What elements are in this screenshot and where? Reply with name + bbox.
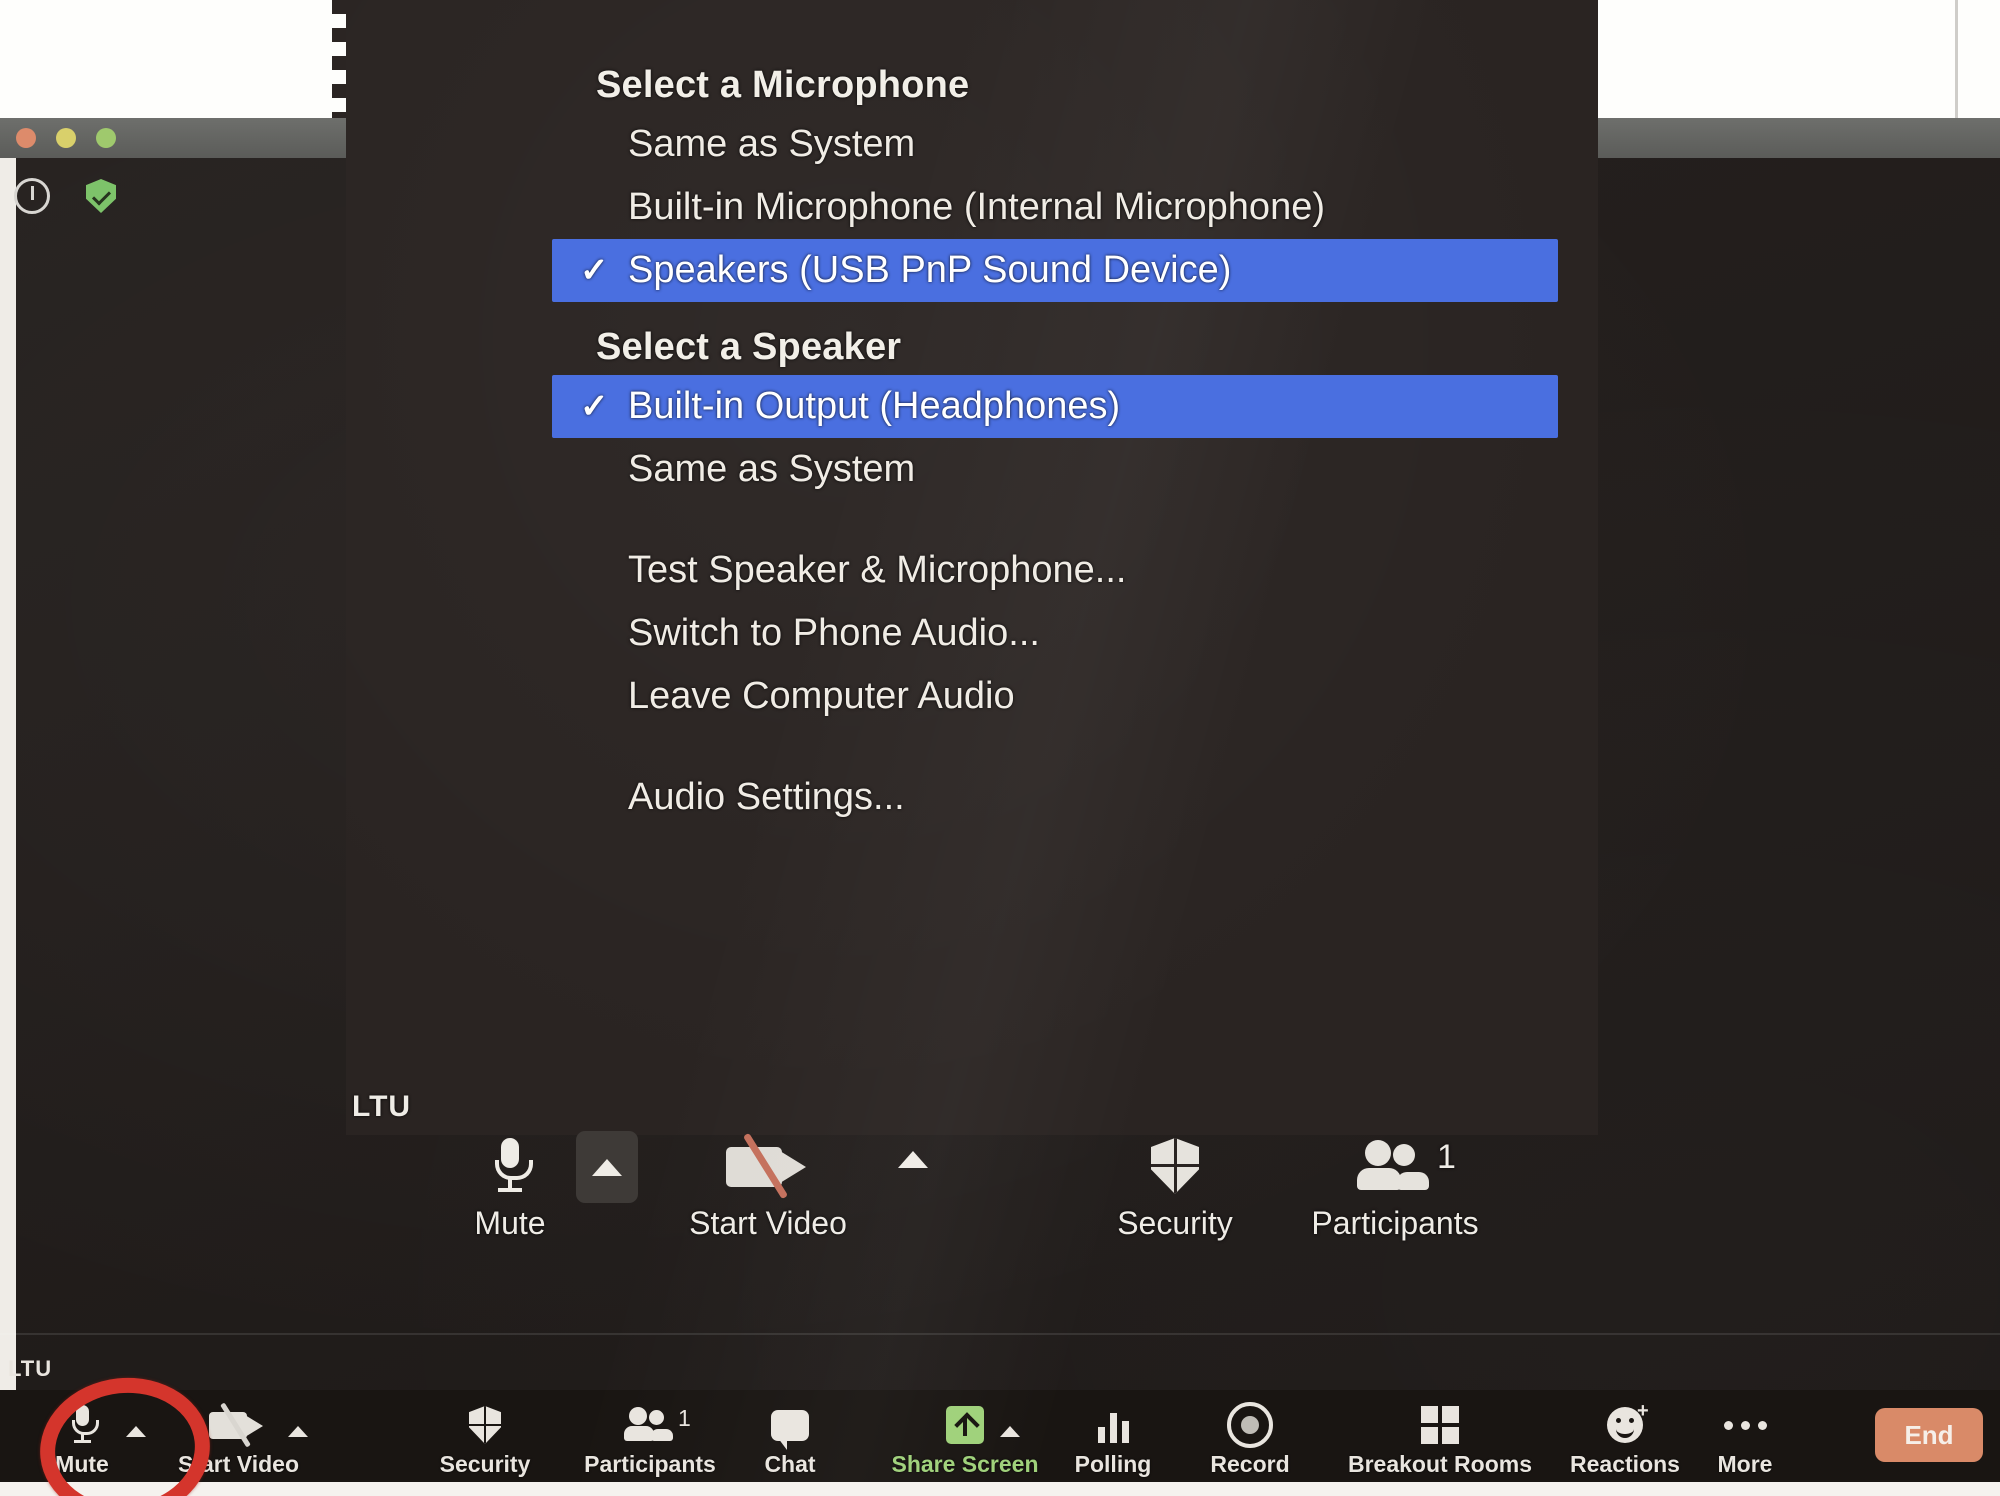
bottom-participants-label: Participants [584, 1451, 716, 1477]
mic-option-builtin-microphone[interactable]: Built-in Microphone (Internal Microphone… [346, 176, 1598, 239]
camera-off-icon [648, 1132, 888, 1200]
test-speaker-microphone-item[interactable]: Test Speaker & Microphone... [346, 539, 1598, 602]
bottom-more-label: More [1717, 1451, 1773, 1477]
bottom-breakout-rooms-button[interactable]: Breakout Rooms [1330, 1402, 1550, 1478]
bottom-reactions-button[interactable]: + Reactions [1545, 1401, 1705, 1478]
bottom-share-caret[interactable] [1000, 1424, 1020, 1442]
bottom-share-screen-button[interactable]: Share Screen [880, 1402, 1050, 1478]
menu-spacer [346, 302, 1598, 320]
encryption-shield-icon[interactable] [86, 179, 116, 213]
close-window-icon[interactable] [16, 128, 36, 148]
switch-to-phone-audio-item[interactable]: Switch to Phone Audio... [346, 602, 1598, 665]
participants-button[interactable]: 1 Participants [1280, 1135, 1510, 1242]
ellipsis-icon [1690, 1402, 1800, 1448]
chevron-up-icon [898, 1151, 928, 1168]
bottom-meeting-bar: Mute Start Video Security 1 Participants [0, 1390, 2000, 1482]
check-icon: ✓ [580, 386, 609, 425]
chevron-up-icon [288, 1426, 308, 1437]
mute-button-label: Mute [474, 1205, 546, 1241]
bottom-video-caret[interactable] [288, 1424, 308, 1442]
audio-options-menu[interactable]: Select a Microphone Same as System Built… [346, 0, 1598, 1135]
select-microphone-header: Select a Microphone [596, 64, 970, 106]
security-button-label: Security [1117, 1205, 1233, 1241]
bar-chart-icon [1058, 1402, 1168, 1448]
bottom-share-screen-label: Share Screen [891, 1451, 1039, 1477]
speaker-option-builtin-output[interactable]: ✓ Built-in Output (Headphones) [552, 375, 1558, 438]
menu-separator-2 [346, 728, 1598, 766]
select-speaker-header: Select a Speaker [596, 326, 902, 368]
end-meeting-button[interactable]: End [1875, 1408, 1983, 1462]
video-options-caret-button[interactable] [898, 1151, 928, 1173]
participants-button-label: Participants [1311, 1205, 1479, 1241]
audio-settings-item[interactable]: Audio Settings... [346, 766, 1598, 829]
microphone-icon [450, 1135, 570, 1197]
bottom-polling-label: Polling [1074, 1451, 1152, 1477]
toolbar-divider [0, 1333, 2000, 1335]
minimize-window-icon[interactable] [56, 128, 76, 148]
mic-option-label: Speakers (USB PnP Sound Device) [628, 249, 1232, 291]
paper-edge-rule [1955, 0, 1958, 118]
menu-separator-1 [346, 501, 1598, 539]
chevron-up-icon [592, 1158, 622, 1176]
paper-edge-top-right [1598, 0, 2000, 118]
mute-button[interactable]: Mute [450, 1135, 570, 1242]
shield-icon [1080, 1135, 1270, 1197]
bottom-more-button[interactable]: More [1690, 1402, 1800, 1478]
bottom-breakout-rooms-label: Breakout Rooms [1347, 1451, 1533, 1477]
leave-computer-audio-item[interactable]: Leave Computer Audio [346, 665, 1598, 728]
bottom-chat-button[interactable]: Chat [740, 1402, 840, 1478]
maximize-window-icon[interactable] [96, 128, 116, 148]
bottom-security-label: Security [439, 1451, 531, 1477]
bottom-record-button[interactable]: Record [1190, 1402, 1310, 1478]
start-video-button-label: Start Video [689, 1205, 847, 1241]
meeting-status-icons [14, 178, 116, 214]
audio-options-caret-button[interactable] [576, 1131, 638, 1203]
bottom-record-label: Record [1210, 1451, 1290, 1477]
participants-count-badge: 1 [1437, 1138, 1456, 1176]
people-icon: 1 [1280, 1135, 1510, 1197]
bottom-security-button[interactable]: Security [430, 1402, 540, 1478]
shield-icon [430, 1402, 540, 1448]
speaker-option-same-as-system[interactable]: Same as System [346, 438, 1598, 501]
paper-edge-left [0, 118, 16, 1496]
smiley-plus-icon: + [1545, 1401, 1705, 1448]
bottom-chat-label: Chat [764, 1451, 816, 1477]
paper-edge-top-left [0, 0, 340, 118]
share-screen-icon [880, 1402, 1050, 1448]
traffic-light-controls[interactable] [16, 128, 116, 148]
bottom-reactions-label: Reactions [1570, 1451, 1680, 1477]
mic-option-same-as-system[interactable]: Same as System [346, 113, 1598, 176]
people-icon: 1 [570, 1402, 730, 1448]
chat-bubble-icon [740, 1402, 840, 1450]
speaker-option-label: Built-in Output (Headphones) [628, 385, 1121, 427]
screenshot-photo: Select a Microphone Same as System Built… [0, 0, 2000, 1496]
watermark-bottom: LTU [8, 1356, 53, 1381]
paper-perforation-edge [332, 0, 346, 120]
security-button[interactable]: Security [1080, 1135, 1270, 1242]
info-icon[interactable] [14, 178, 50, 214]
mic-option-usb-pnp-speakers[interactable]: ✓ Speakers (USB PnP Sound Device) [552, 239, 1558, 302]
watermark-center: LTU [352, 1090, 412, 1123]
paper-edge-bottom [0, 1482, 2000, 1496]
bottom-participants-button[interactable]: 1 Participants [570, 1402, 730, 1478]
meeting-toolbar: Mute Start Video Security 1 Participants [390, 1131, 1570, 1295]
grid-squares-icon [1330, 1402, 1550, 1448]
bottom-participants-count-badge: 1 [678, 1405, 691, 1431]
check-icon: ✓ [580, 250, 609, 289]
bottom-polling-button[interactable]: Polling [1058, 1402, 1168, 1478]
chevron-up-icon [1000, 1426, 1020, 1437]
record-circle-icon [1190, 1402, 1310, 1448]
start-video-button[interactable]: Start Video [648, 1132, 888, 1242]
